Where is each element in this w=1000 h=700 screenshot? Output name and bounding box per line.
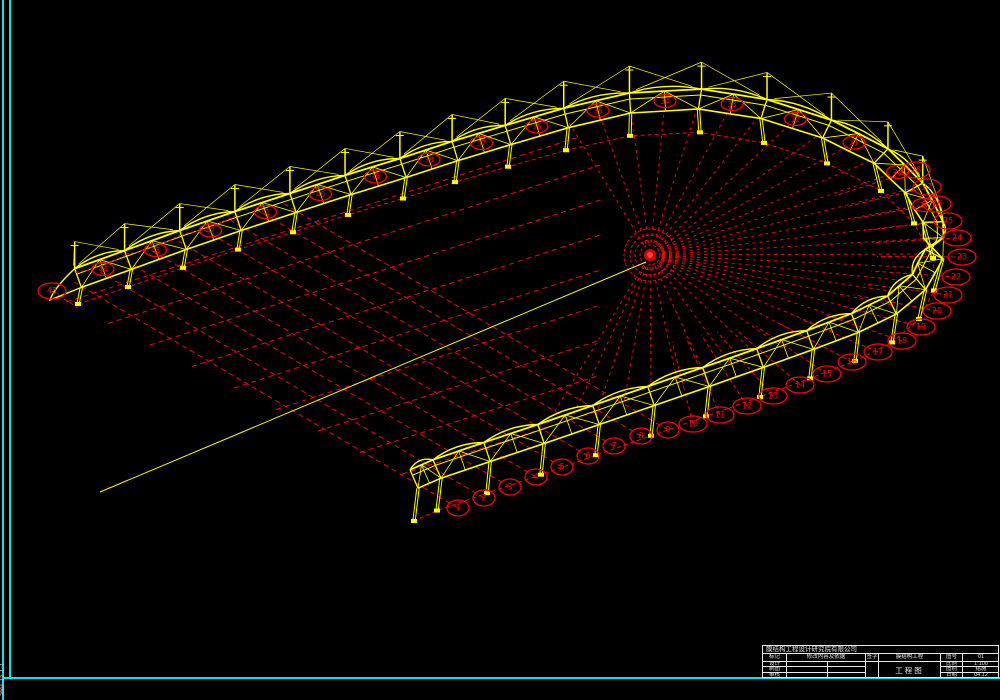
plot-stamp-text: 2004.12 1:1 (0, 650, 9, 696)
drawing-canvas[interactable]: 1234567891011121314151617181920212223242… (0, 0, 1000, 700)
title-block-no-value: 01 (963, 654, 999, 662)
axis-bubble: 22 (942, 269, 970, 285)
title-block-company: 膜结构工程设计研究院有限公司 (763, 646, 999, 654)
svg-text:27: 27 (922, 183, 932, 193)
axis-bubble: 44 (92, 263, 114, 276)
svg-text:35: 35 (593, 107, 602, 116)
svg-text:7: 7 (611, 442, 616, 452)
axis-bubble: 20 (923, 303, 951, 319)
title-block-sign-label: 签字 (866, 654, 879, 662)
svg-text:13: 13 (768, 392, 778, 402)
title-block-date-label: 日期 (941, 673, 963, 678)
svg-text:11: 11 (715, 411, 725, 421)
axis-bubble: 16 (838, 354, 866, 370)
axis-bubble: 21 (934, 287, 962, 303)
title-block-drawing-name: 工程图 (879, 662, 941, 678)
title-block-empty-cell (866, 662, 879, 678)
svg-text:31: 31 (849, 139, 858, 148)
axis-bubble: 9 (657, 422, 679, 438)
axis-bubble: 12 (733, 398, 761, 414)
axis-bubble: 25 (934, 213, 962, 229)
svg-text:14: 14 (795, 381, 805, 391)
svg-text:18: 18 (897, 337, 907, 347)
svg-text:22: 22 (951, 273, 961, 283)
axis-bubble: 36 (526, 120, 548, 133)
axis-bubble: 24 (943, 230, 971, 246)
axis-bubble: 43 (145, 244, 167, 257)
svg-text:23: 23 (957, 253, 967, 263)
axis-bubble: 42 (200, 224, 222, 237)
title-block-mark-label: 标记 (763, 654, 787, 662)
axis-bubble: 31 (843, 136, 865, 149)
svg-text:42: 42 (206, 227, 215, 236)
axis-bubble: 5 (551, 459, 573, 475)
axis-bubble: 37 (471, 137, 493, 150)
svg-text:15: 15 (822, 370, 832, 380)
axis-bubble: 1 (447, 500, 469, 516)
axis-bubble: 14 (786, 377, 814, 393)
svg-text:25: 25 (943, 217, 953, 227)
axis-bubble: 38 (418, 153, 440, 166)
svg-text:1: 1 (455, 504, 460, 514)
page-border-left-inner (9, 0, 11, 679)
axis-bubble: 17 (864, 344, 892, 360)
axis-bubble: 15 (813, 366, 841, 382)
svg-text:29: 29 (919, 201, 928, 210)
svg-text:3: 3 (507, 483, 512, 493)
svg-text:37: 37 (477, 139, 486, 148)
axis-bubble: 39 (365, 170, 387, 183)
svg-text:19: 19 (916, 323, 926, 333)
svg-text:6: 6 (585, 452, 590, 462)
svg-text:17: 17 (873, 348, 883, 358)
svg-text:43: 43 (151, 246, 160, 255)
cad-viewport[interactable]: 1234567891011121314151617181920212223242… (0, 0, 1000, 700)
svg-text:9: 9 (665, 426, 670, 436)
title-block-checker-label: 审核 (763, 673, 787, 678)
title-block-project-name: 膜结构工程 (879, 654, 941, 662)
svg-text:41: 41 (261, 208, 270, 217)
svg-text:33: 33 (727, 100, 736, 109)
axis-bubble: 40 (310, 188, 332, 201)
svg-text:20: 20 (932, 307, 942, 317)
svg-text:44: 44 (98, 265, 108, 274)
svg-text:39: 39 (371, 173, 380, 182)
axis-bubble: 30 (887, 166, 909, 179)
svg-text:40: 40 (316, 190, 326, 199)
axis-bubble: 34 (654, 95, 676, 108)
svg-text:34: 34 (660, 97, 670, 106)
svg-text:24: 24 (952, 234, 962, 244)
svg-text:5: 5 (559, 463, 564, 473)
svg-text:12: 12 (742, 402, 752, 412)
svg-text:38: 38 (424, 156, 434, 165)
axis-bubble: 19 (907, 319, 935, 335)
axis-bubble: 41 (255, 206, 277, 219)
axis-bubble: 3 (499, 479, 521, 495)
title-block-empty-cell (787, 673, 828, 678)
title-block-revision-label: 修改内容及依据 (787, 654, 866, 662)
svg-text:21: 21 (943, 291, 953, 301)
svg-text:28: 28 (911, 166, 921, 176)
axis-bubble: 4 (525, 469, 547, 485)
axis-bubble: 33 (721, 98, 743, 111)
svg-text:8: 8 (638, 432, 643, 442)
title-block: 膜结构工程设计研究院有限公司 标记 修改内容及依据 签字 膜结构工程 图号 01… (762, 645, 999, 678)
axis-bubble-layer: 1234567891011121314151617181920212223242… (38, 95, 976, 517)
svg-text:16: 16 (847, 358, 857, 368)
axis-bubble: 7 (603, 438, 625, 454)
svg-text:36: 36 (532, 123, 542, 132)
page-border-left-outer (2, 0, 4, 700)
title-block-empty-cell (828, 673, 866, 678)
svg-text:4: 4 (533, 473, 538, 483)
title-block-date-value: 04.12 (963, 673, 999, 678)
membrane-structure-layer (50, 62, 945, 523)
svg-text:10: 10 (688, 420, 698, 430)
svg-text:32: 32 (791, 115, 800, 124)
svg-text:45: 45 (47, 287, 57, 297)
title-block-no-label: 图号 (941, 654, 963, 662)
svg-text:2: 2 (481, 494, 486, 504)
axis-bubble: 32 (785, 113, 807, 126)
svg-text:30: 30 (893, 168, 903, 177)
axis-bubble: 35 (587, 104, 609, 117)
